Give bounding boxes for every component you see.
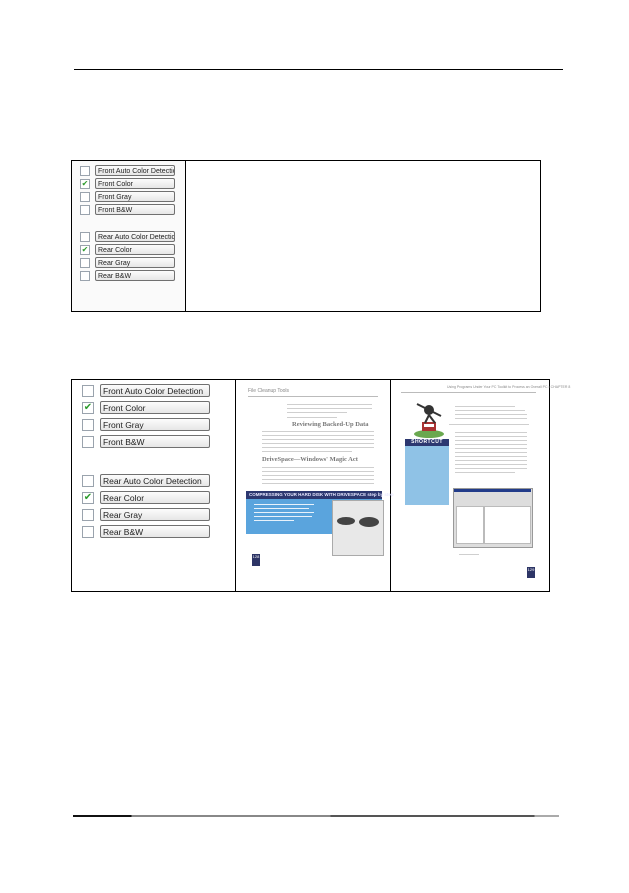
option-label: Front B&W <box>100 435 210 448</box>
checkbox-checked[interactable]: ✔ <box>82 401 94 414</box>
checkbox[interactable] <box>82 418 94 431</box>
option-label: Rear Gray <box>100 508 210 521</box>
option-rear-auto-color[interactable]: Rear Auto Color Detection <box>82 474 235 487</box>
option-label: Rear Color <box>95 244 175 255</box>
option-rear-color[interactable]: ✔ Rear Color <box>80 244 185 255</box>
scanned-page-front: File Cleanup Tools Reviewing Backed-Up D… <box>242 384 394 587</box>
option-front-color[interactable]: ✔ Front Color <box>80 178 185 189</box>
color-options-panel: Front Auto Color Detection ✔ Front Color … <box>72 380 236 591</box>
shortcut-sidebar <box>405 439 449 505</box>
option-label: Front Color <box>100 401 210 414</box>
scanned-page-rear: Using Programs Under Your PC Toolkit to … <box>397 384 570 587</box>
option-label: Rear Auto Color Detection <box>95 231 175 242</box>
checkbox[interactable] <box>82 384 94 397</box>
banner-title: COMPRESSING YOUR HARD DISK WITH DRIVESPA… <box>246 491 394 499</box>
option-label: Front Gray <box>100 418 210 431</box>
option-rear-color[interactable]: ✔ Rear Color <box>82 491 235 504</box>
page-header: Using Programs Under Your PC Toolkit to … <box>447 385 571 389</box>
option-label: Rear Gray <box>95 257 175 268</box>
front-page-sample: File Cleanup Tools Reviewing Backed-Up D… <box>236 380 394 591</box>
checkbox[interactable] <box>80 231 90 242</box>
checkbox[interactable] <box>80 270 90 281</box>
checkbox[interactable] <box>80 191 90 202</box>
color-mode-table-2: Front Auto Color Detection ✔ Front Color … <box>71 379 570 592</box>
checkbox[interactable] <box>82 508 94 521</box>
checkbox-checked[interactable]: ✔ <box>80 244 90 255</box>
checkbox-checked[interactable]: ✔ <box>82 491 94 504</box>
option-rear-auto-color[interactable]: Rear Auto Color Detection <box>80 231 185 242</box>
checkbox[interactable] <box>80 165 90 176</box>
checkbox-checked[interactable]: ✔ <box>80 178 90 189</box>
option-rear-gray[interactable]: Rear Gray <box>80 257 185 268</box>
option-rear-bw[interactable]: Rear B&W <box>82 525 235 538</box>
option-rear-bw[interactable]: Rear B&W <box>80 270 185 281</box>
option-label: Front B&W <box>95 204 175 215</box>
color-mode-table-1: Front Auto Color Detection ✔ Front Color … <box>71 160 541 312</box>
color-options-panel: Front Auto Color Detection ✔ Front Color … <box>72 161 186 311</box>
checkbox[interactable] <box>80 204 90 215</box>
checkbox[interactable] <box>82 474 94 487</box>
shortcut-title: SHORTCUT <box>405 439 449 446</box>
option-label: Rear Color <box>100 491 210 504</box>
option-front-bw[interactable]: Front B&W <box>80 204 185 215</box>
description-cell <box>186 161 540 311</box>
page-header: File Cleanup Tools <box>248 388 290 394</box>
option-front-auto-color[interactable]: Front Auto Color Detection <box>82 384 235 397</box>
checkbox[interactable] <box>82 435 94 448</box>
option-label: Rear B&W <box>100 525 210 538</box>
dialog-screenshot <box>332 500 384 556</box>
header-rule <box>74 69 563 70</box>
option-label: Rear B&W <box>95 270 175 281</box>
option-front-gray[interactable]: Front Gray <box>82 418 235 431</box>
checkbox[interactable] <box>80 257 90 268</box>
footer-rule <box>73 815 559 817</box>
option-label: Rear Auto Color Detection <box>100 474 210 487</box>
option-label: Front Gray <box>95 191 175 202</box>
page-number: 129 <box>527 567 535 578</box>
option-rear-gray[interactable]: Rear Gray <box>82 508 235 521</box>
option-front-auto-color[interactable]: Front Auto Color Detection <box>80 165 185 176</box>
checkbox[interactable] <box>82 525 94 538</box>
option-front-gray[interactable]: Front Gray <box>80 191 185 202</box>
cartoon-figure-icon <box>414 403 444 438</box>
option-label: Front Auto Color Detection <box>100 384 210 397</box>
option-label: Front Color <box>95 178 175 189</box>
option-label: Front Auto Color Detection <box>95 165 175 176</box>
option-front-bw[interactable]: Front B&W <box>82 435 235 448</box>
page-number: 128 <box>252 554 260 566</box>
section-heading: DriveSpace—Windows' Magic Act <box>262 456 358 463</box>
rear-page-sample: Using Programs Under Your PC Toolkit to … <box>391 380 570 591</box>
option-front-color[interactable]: ✔ Front Color <box>82 401 235 414</box>
section-heading: Reviewing Backed-Up Data <box>292 421 369 428</box>
